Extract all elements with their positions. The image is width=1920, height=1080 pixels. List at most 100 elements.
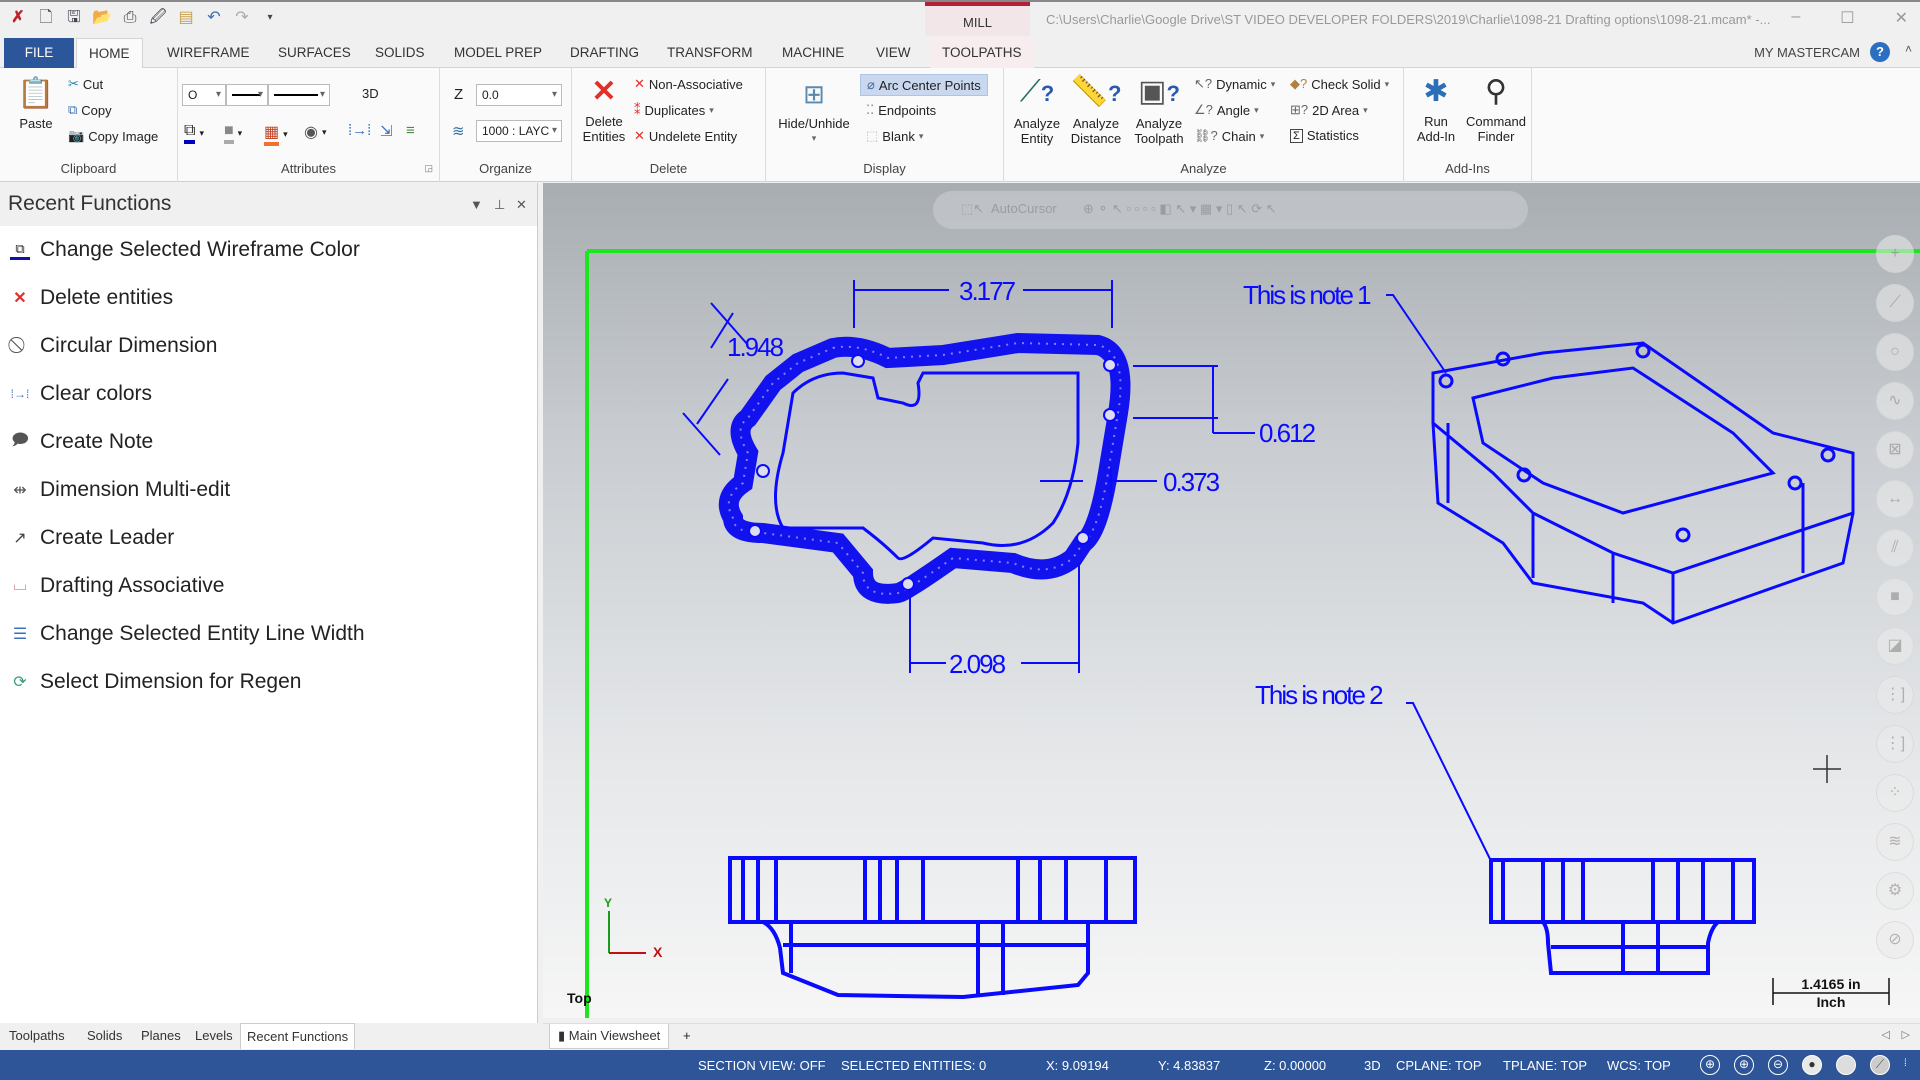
tab-drafting[interactable]: DRAFTING <box>558 38 651 68</box>
section-view-status[interactable]: SECTION VIEW: OFF <box>698 1058 826 1073</box>
close-button[interactable]: ✕ <box>1895 8 1908 28</box>
z-coordinate[interactable]: Z: 0.00000 <box>1264 1058 1326 1073</box>
save-as-icon[interactable]: 🖉 <box>148 8 168 28</box>
tab-recent-functions[interactable]: Recent Functions <box>240 1023 356 1049</box>
mode-3d-status[interactable]: 3D <box>1364 1058 1381 1073</box>
copy-button[interactable]: ⧉ Copy <box>68 102 112 118</box>
line-tool-icon[interactable]: ⟋ <box>1876 284 1914 322</box>
tab-wireframe[interactable]: WIREFRAME <box>155 38 262 68</box>
wireframe-display-icon[interactable]: ⊕ <box>1700 1055 1720 1075</box>
hidden-line-icon[interactable]: ⊕ <box>1734 1055 1754 1075</box>
solid-tool-icon[interactable]: ■ <box>1876 578 1914 616</box>
tab-machine[interactable]: MACHINE <box>770 38 856 68</box>
undelete-entity-button[interactable]: ✕ Undelete Entity <box>634 128 737 144</box>
tab-view[interactable]: VIEW <box>864 38 923 68</box>
recent-function-item[interactable]: ⟳ Select Dimension for Regen <box>10 666 301 698</box>
shaded-icon[interactable]: ● <box>1802 1055 1822 1075</box>
add-viewsheet-button[interactable]: + <box>683 1028 691 1043</box>
open-icon[interactable]: 📂 <box>92 8 112 28</box>
tab-main-viewsheet[interactable]: ▮ Main Viewsheet <box>549 1024 670 1049</box>
shaded-edges-icon[interactable] <box>1836 1055 1856 1075</box>
area-2d-button[interactable]: ⊞? 2D Area ▾ <box>1290 102 1368 118</box>
solid-color-button[interactable]: ■ ▾ <box>224 122 242 144</box>
tab-file[interactable]: FILE <box>4 38 74 68</box>
tplane-status[interactable]: TPLANE: TOP <box>1503 1058 1587 1073</box>
transform-tool-icon[interactable]: ◪ <box>1876 627 1914 665</box>
settings-tool-icon[interactable]: ⚙ <box>1876 872 1914 910</box>
copy-image-button[interactable]: 📷 Copy Image <box>68 128 158 144</box>
tab-planes-manager[interactable]: Planes <box>136 1026 186 1045</box>
minimize-button[interactable]: – <box>1791 8 1800 28</box>
line-attributes-button[interactable]: ≡ <box>406 122 415 139</box>
new-file-icon[interactable]: 🗋 <box>36 8 56 28</box>
cut-button[interactable]: ✂ Cut <box>68 76 103 92</box>
chain-tool-icon[interactable]: ⋮] <box>1876 725 1914 763</box>
command-finder-button[interactable]: ⚲ Command Finder <box>1464 74 1528 144</box>
scroll-right-icon[interactable]: ▷ <box>1902 1028 1910 1041</box>
wireframe-color-button[interactable]: ⧉ ▾ <box>184 122 204 144</box>
z-depth-input[interactable]: 0.0 <box>476 84 562 106</box>
panel-menu-icon[interactable]: ▼ <box>470 197 483 212</box>
recent-function-item[interactable]: ✕ Delete entities <box>10 282 173 314</box>
tab-solids[interactable]: SOLIDS <box>363 38 437 68</box>
rectangle-tool-icon[interactable]: ⊠ <box>1876 431 1914 469</box>
clear-colors-button[interactable]: ⁞→⁞ <box>348 122 371 139</box>
chain-button[interactable]: ⛓? Chain ▾ <box>1194 128 1264 144</box>
delete-entities-button[interactable]: ✕ Delete Entities <box>578 74 630 144</box>
hidden-removed-icon[interactable]: ⊖ <box>1768 1055 1788 1075</box>
dialog-launcher-icon[interactable]: ◲ <box>424 163 433 174</box>
analyze-toolpath-button[interactable]: ▣? Analyze Toolpath <box>1130 74 1188 146</box>
tab-home[interactable]: HOME <box>76 38 143 68</box>
material-button[interactable]: ◉ ▾ <box>304 122 327 142</box>
recent-function-item[interactable]: ⁞→⁞ Clear colors <box>10 378 152 410</box>
undo-icon[interactable]: ↶ <box>204 8 224 28</box>
cancel-tool-icon[interactable]: ⊘ <box>1876 921 1914 959</box>
angle-button[interactable]: ∠? Angle ▾ <box>1194 102 1259 118</box>
recent-function-item[interactable]: ⃠ Circular Dimension <box>10 330 217 362</box>
recent-function-item[interactable]: ⧉ Change Selected Wireframe Color <box>10 234 360 266</box>
recent-function-item[interactable]: ⌴ Drafting Associative <box>10 570 225 602</box>
folder-icon[interactable]: ▤ <box>176 8 196 28</box>
statistics-button[interactable]: Σ Statistics <box>1290 128 1359 143</box>
arc-center-points-toggle[interactable]: ⌀ Arc Center Points <box>860 74 988 96</box>
recent-function-item[interactable]: ⇹ Dimension Multi-edit <box>10 474 230 506</box>
dimension-tool-icon[interactable]: ↔ <box>1876 480 1914 518</box>
blank-button[interactable]: ⬚ Blank ▾ <box>866 128 923 144</box>
tab-surfaces[interactable]: SURFACES <box>266 38 363 68</box>
tab-solids-manager[interactable]: Solids <box>82 1026 127 1045</box>
tab-toolpaths-manager[interactable]: Toolpaths <box>4 1026 70 1045</box>
run-addin-button[interactable]: ✱ Run Add-In <box>1410 74 1462 144</box>
dynamic-button[interactable]: ↖? Dynamic ▾ <box>1194 76 1275 92</box>
print-icon[interactable]: ⎙ <box>120 8 140 28</box>
point-tool-icon[interactable]: + <box>1876 235 1914 273</box>
panel-close-icon[interactable]: ✕ <box>516 197 527 213</box>
resize-grip-icon[interactable]: ⁞ <box>1904 1058 1907 1069</box>
spline-tool-icon[interactable]: ∿ <box>1876 382 1914 420</box>
analyze-distance-button[interactable]: 📏? Analyze Distance <box>1066 74 1126 146</box>
analyze-entity-button[interactable]: ⟋? Analyze Entity <box>1010 74 1064 146</box>
line-width-select[interactable] <box>268 84 330 106</box>
maximize-button[interactable]: ☐ <box>1840 8 1854 28</box>
recent-function-item[interactable]: ☰ Change Selected Entity Line Width <box>10 618 365 650</box>
tab-toolpaths[interactable]: TOOLPATHS <box>930 38 1034 68</box>
pin-icon[interactable]: ⊥ <box>494 197 505 213</box>
help-icon[interactable]: ? <box>1870 42 1890 62</box>
endpoints-toggle[interactable]: ⁚⁚ Endpoints <box>866 102 936 118</box>
tab-model-prep[interactable]: MODEL PREP <box>442 38 554 68</box>
line-style-select[interactable] <box>226 84 268 106</box>
wcs-status[interactable]: WCS: TOP <box>1607 1058 1671 1073</box>
set-attributes-button[interactable]: ⇲ <box>380 122 393 140</box>
graphics-viewport[interactable]: ⬚↖ AutoCursor ⊕ ⚬ ↖ ▫ ▫ ▫ ▫ ◧ ↖ ▾ ▦ ▾ ▯ … <box>543 183 1920 1018</box>
redo-icon[interactable]: ↷ <box>232 8 252 28</box>
colors-tool-icon[interactable]: ⁘ <box>1876 774 1914 812</box>
levels-tool-icon[interactable]: ≋ <box>1876 823 1914 861</box>
cplane-status[interactable]: CPLANE: TOP <box>1396 1058 1482 1073</box>
recent-function-item[interactable]: 🗩 Create Note <box>10 426 153 458</box>
recent-function-item[interactable]: ↗ Create Leader <box>10 522 174 554</box>
translucency-icon[interactable]: ⟋ <box>1870 1055 1890 1075</box>
customize-icon[interactable]: ▾ <box>260 8 280 28</box>
level-select[interactable]: 1000 : LAYC <box>476 120 562 142</box>
paste-button[interactable]: 📋 Paste <box>16 76 56 131</box>
collapse-ribbon-icon[interactable]: ˄ <box>1905 42 1912 56</box>
mode-3d-toggle[interactable]: 3D <box>362 86 379 101</box>
